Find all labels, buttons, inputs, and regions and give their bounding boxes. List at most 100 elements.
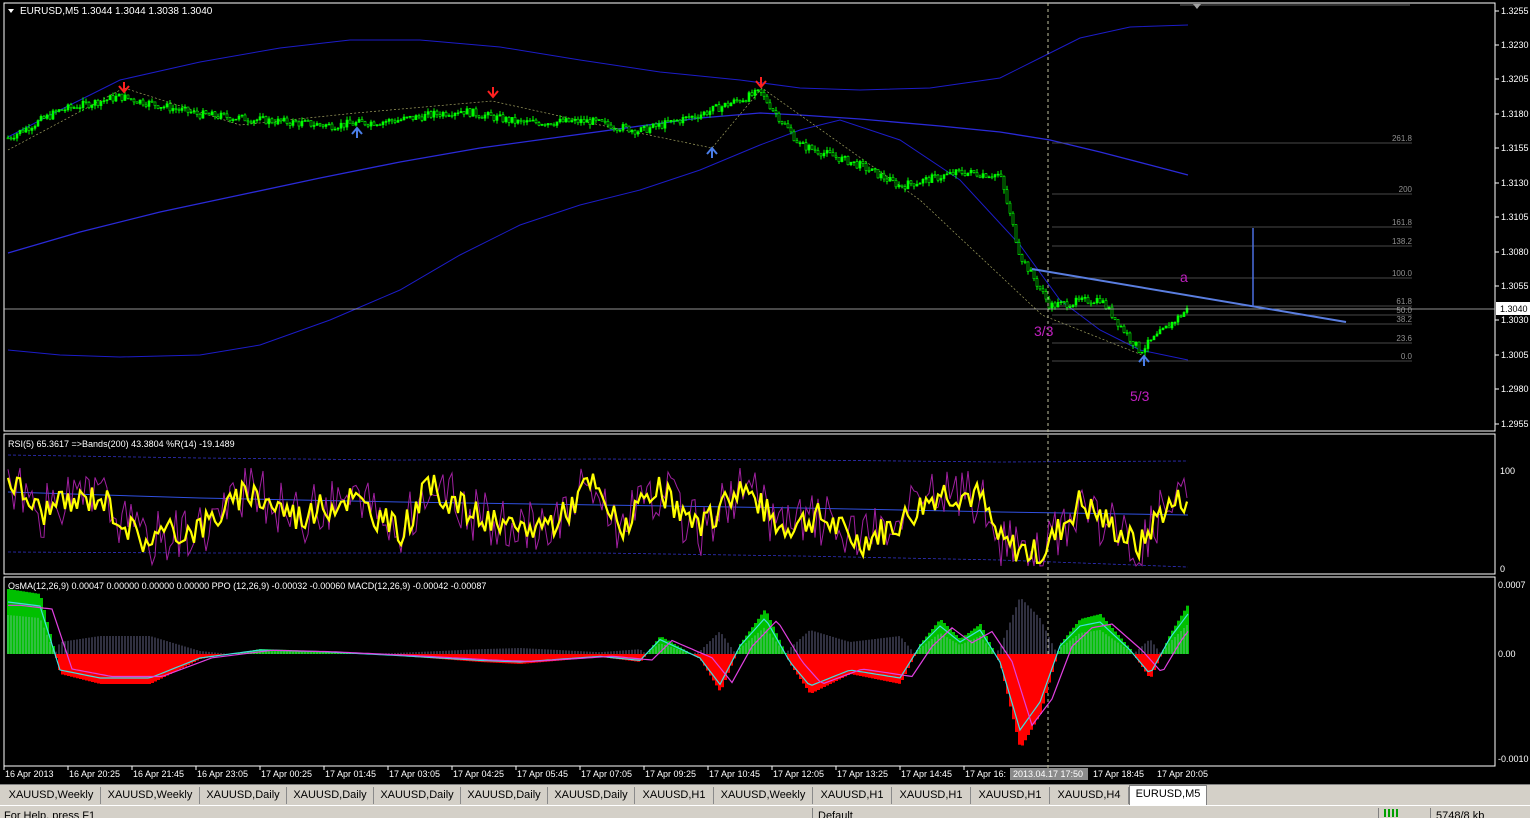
time-tick-label: 17 Apr 12:05: [773, 769, 824, 779]
current-price-label: 1.3040: [1500, 304, 1528, 314]
candle-body: [745, 101, 747, 102]
candle-body: [496, 116, 498, 121]
osma-bar: [862, 654, 865, 677]
candle-body: [1042, 289, 1044, 292]
osma-bar: [859, 654, 862, 676]
fib-level-label: 200: [1399, 185, 1413, 194]
candle-body: [130, 98, 132, 99]
candle-body: [736, 100, 738, 101]
candle-body: [598, 120, 600, 121]
candle-body: [274, 123, 276, 124]
candle-body: [148, 101, 150, 106]
candle-body: [487, 112, 489, 115]
candle-body: [103, 101, 105, 102]
candle-body: [463, 111, 465, 114]
candle-body: [706, 112, 708, 115]
candle-body: [631, 130, 633, 132]
candle-body: [601, 120, 603, 122]
candle-body: [997, 174, 999, 175]
osma-bar: [1093, 616, 1096, 655]
candle-body: [334, 129, 336, 130]
osma-bar: [1096, 615, 1099, 654]
rsi-panel-area[interactable]: [4, 434, 1495, 574]
candle-body: [406, 117, 408, 118]
candle-body: [772, 109, 774, 111]
candle-body: [157, 106, 159, 109]
candle-body: [394, 121, 396, 122]
candle-body: [940, 179, 942, 181]
chart-tab[interactable]: XAUUSD,Daily: [374, 787, 461, 804]
chart-window[interactable]: 261.8200161.8138.2100.061.850.038.223.60…: [0, 0, 1530, 817]
osma-bar: [766, 613, 769, 654]
fib-level-label: 0.0: [1401, 352, 1413, 361]
candle-body: [961, 170, 963, 173]
candle-body: [1021, 255, 1023, 262]
candle-body: [301, 121, 303, 126]
osma-bar: [142, 654, 145, 684]
candle-body: [475, 109, 477, 116]
candle-body: [193, 111, 195, 112]
macd-panel-area[interactable]: [4, 577, 1495, 766]
candle-body: [511, 117, 513, 122]
candle-body: [361, 119, 363, 121]
osma-bar: [88, 654, 91, 681]
osma-bar: [817, 654, 820, 690]
osma-bar: [1084, 618, 1087, 654]
candle-body: [1081, 298, 1083, 300]
candle-body: [967, 173, 969, 176]
candle-body: [1126, 332, 1128, 333]
candle-body: [169, 104, 171, 111]
candle-body: [466, 109, 468, 114]
candle-body: [682, 117, 684, 123]
osma-bar: [172, 654, 175, 673]
chart-tab[interactable]: XAUUSD,Weekly: [2, 787, 101, 804]
candle-body: [1147, 340, 1149, 349]
candle-body: [178, 109, 180, 110]
chart-tab[interactable]: XAUUSD,Daily: [287, 787, 374, 804]
osma-bar: [1027, 654, 1030, 735]
chart-tab[interactable]: XAUUSD,H4: [1050, 787, 1129, 804]
candle-body: [1087, 297, 1089, 303]
candle-body: [928, 177, 930, 182]
candle-body: [499, 115, 501, 116]
candle-body: [319, 123, 321, 124]
candle-body: [700, 115, 702, 118]
chart-tab[interactable]: XAUUSD,H1: [971, 787, 1050, 804]
time-tick-label: 17 Apr 00:25: [261, 769, 312, 779]
chart-tab[interactable]: XAUUSD,H1: [892, 787, 971, 804]
main-chart-area[interactable]: [4, 3, 1495, 431]
candle-body: [1105, 301, 1107, 309]
candle-body: [937, 175, 939, 180]
candle-body: [892, 177, 894, 180]
chart-tab[interactable]: XAUUSD,Daily: [200, 787, 287, 804]
osma-bar: [82, 654, 85, 680]
candle-body: [907, 181, 909, 189]
chart-tab[interactable]: XAUUSD,H1: [813, 787, 892, 804]
osma-bar: [1090, 616, 1093, 654]
candle-body: [13, 138, 15, 139]
chart-tab[interactable]: XAUUSD,Weekly: [714, 787, 813, 804]
candle-body: [607, 121, 609, 125]
candle-body: [310, 121, 312, 127]
candle-body: [22, 130, 24, 132]
candle-body: [529, 121, 531, 122]
chart-tab[interactable]: XAUUSD,Daily: [461, 787, 548, 804]
candle-body: [523, 121, 525, 122]
candle-body: [442, 112, 444, 116]
candle-body: [694, 116, 696, 117]
candle-body: [949, 172, 951, 174]
candle-body: [307, 120, 309, 121]
chart-tab[interactable]: XAUUSD,H1: [635, 787, 714, 804]
osma-bar: [1150, 654, 1153, 677]
chart-tab[interactable]: EURUSD,M5: [1129, 785, 1207, 805]
candle-body: [19, 130, 21, 134]
candle-body: [1117, 319, 1119, 326]
price-tick-label: 1.3030: [1501, 315, 1529, 325]
chart-tab[interactable]: XAUUSD,Daily: [548, 787, 635, 804]
osma-bar: [133, 654, 136, 684]
chart-tab[interactable]: XAUUSD,Weekly: [101, 787, 200, 804]
candle-body: [235, 119, 237, 120]
candle-body: [451, 115, 453, 116]
candle-body: [1066, 302, 1068, 308]
candle-body: [946, 174, 948, 175]
